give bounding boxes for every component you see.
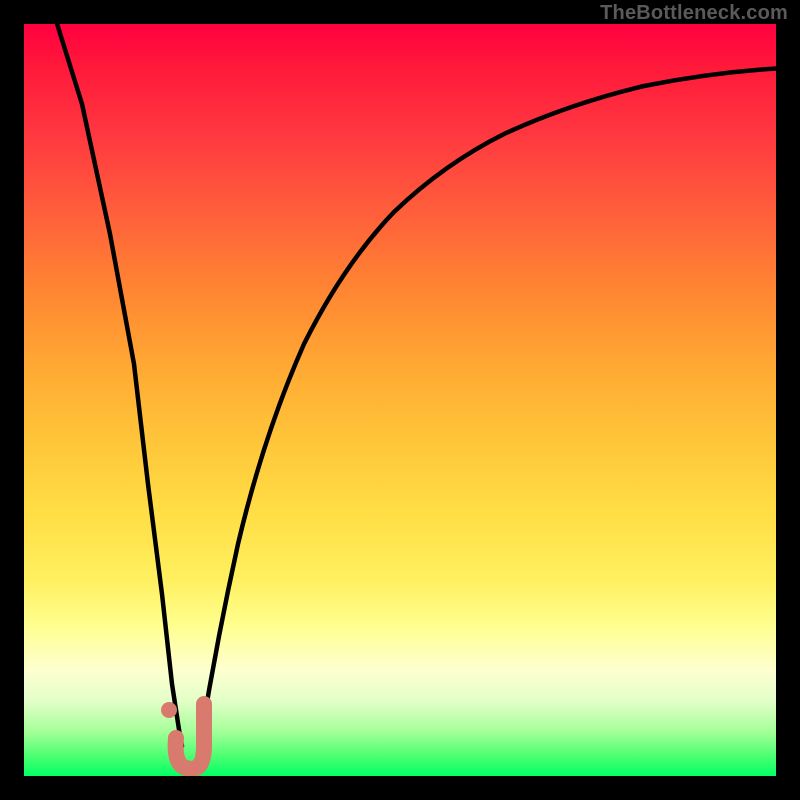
watermark-text: TheBottleneck.com bbox=[600, 2, 788, 25]
curve-left bbox=[54, 24, 182, 746]
chart-frame: TheBottleneck.com bbox=[0, 0, 800, 800]
bottleneck-j-mark bbox=[176, 704, 204, 769]
bottleneck-dot-mark bbox=[161, 702, 177, 718]
curve-layer bbox=[24, 24, 776, 776]
plot-area bbox=[24, 24, 776, 776]
curve-right bbox=[200, 68, 776, 744]
